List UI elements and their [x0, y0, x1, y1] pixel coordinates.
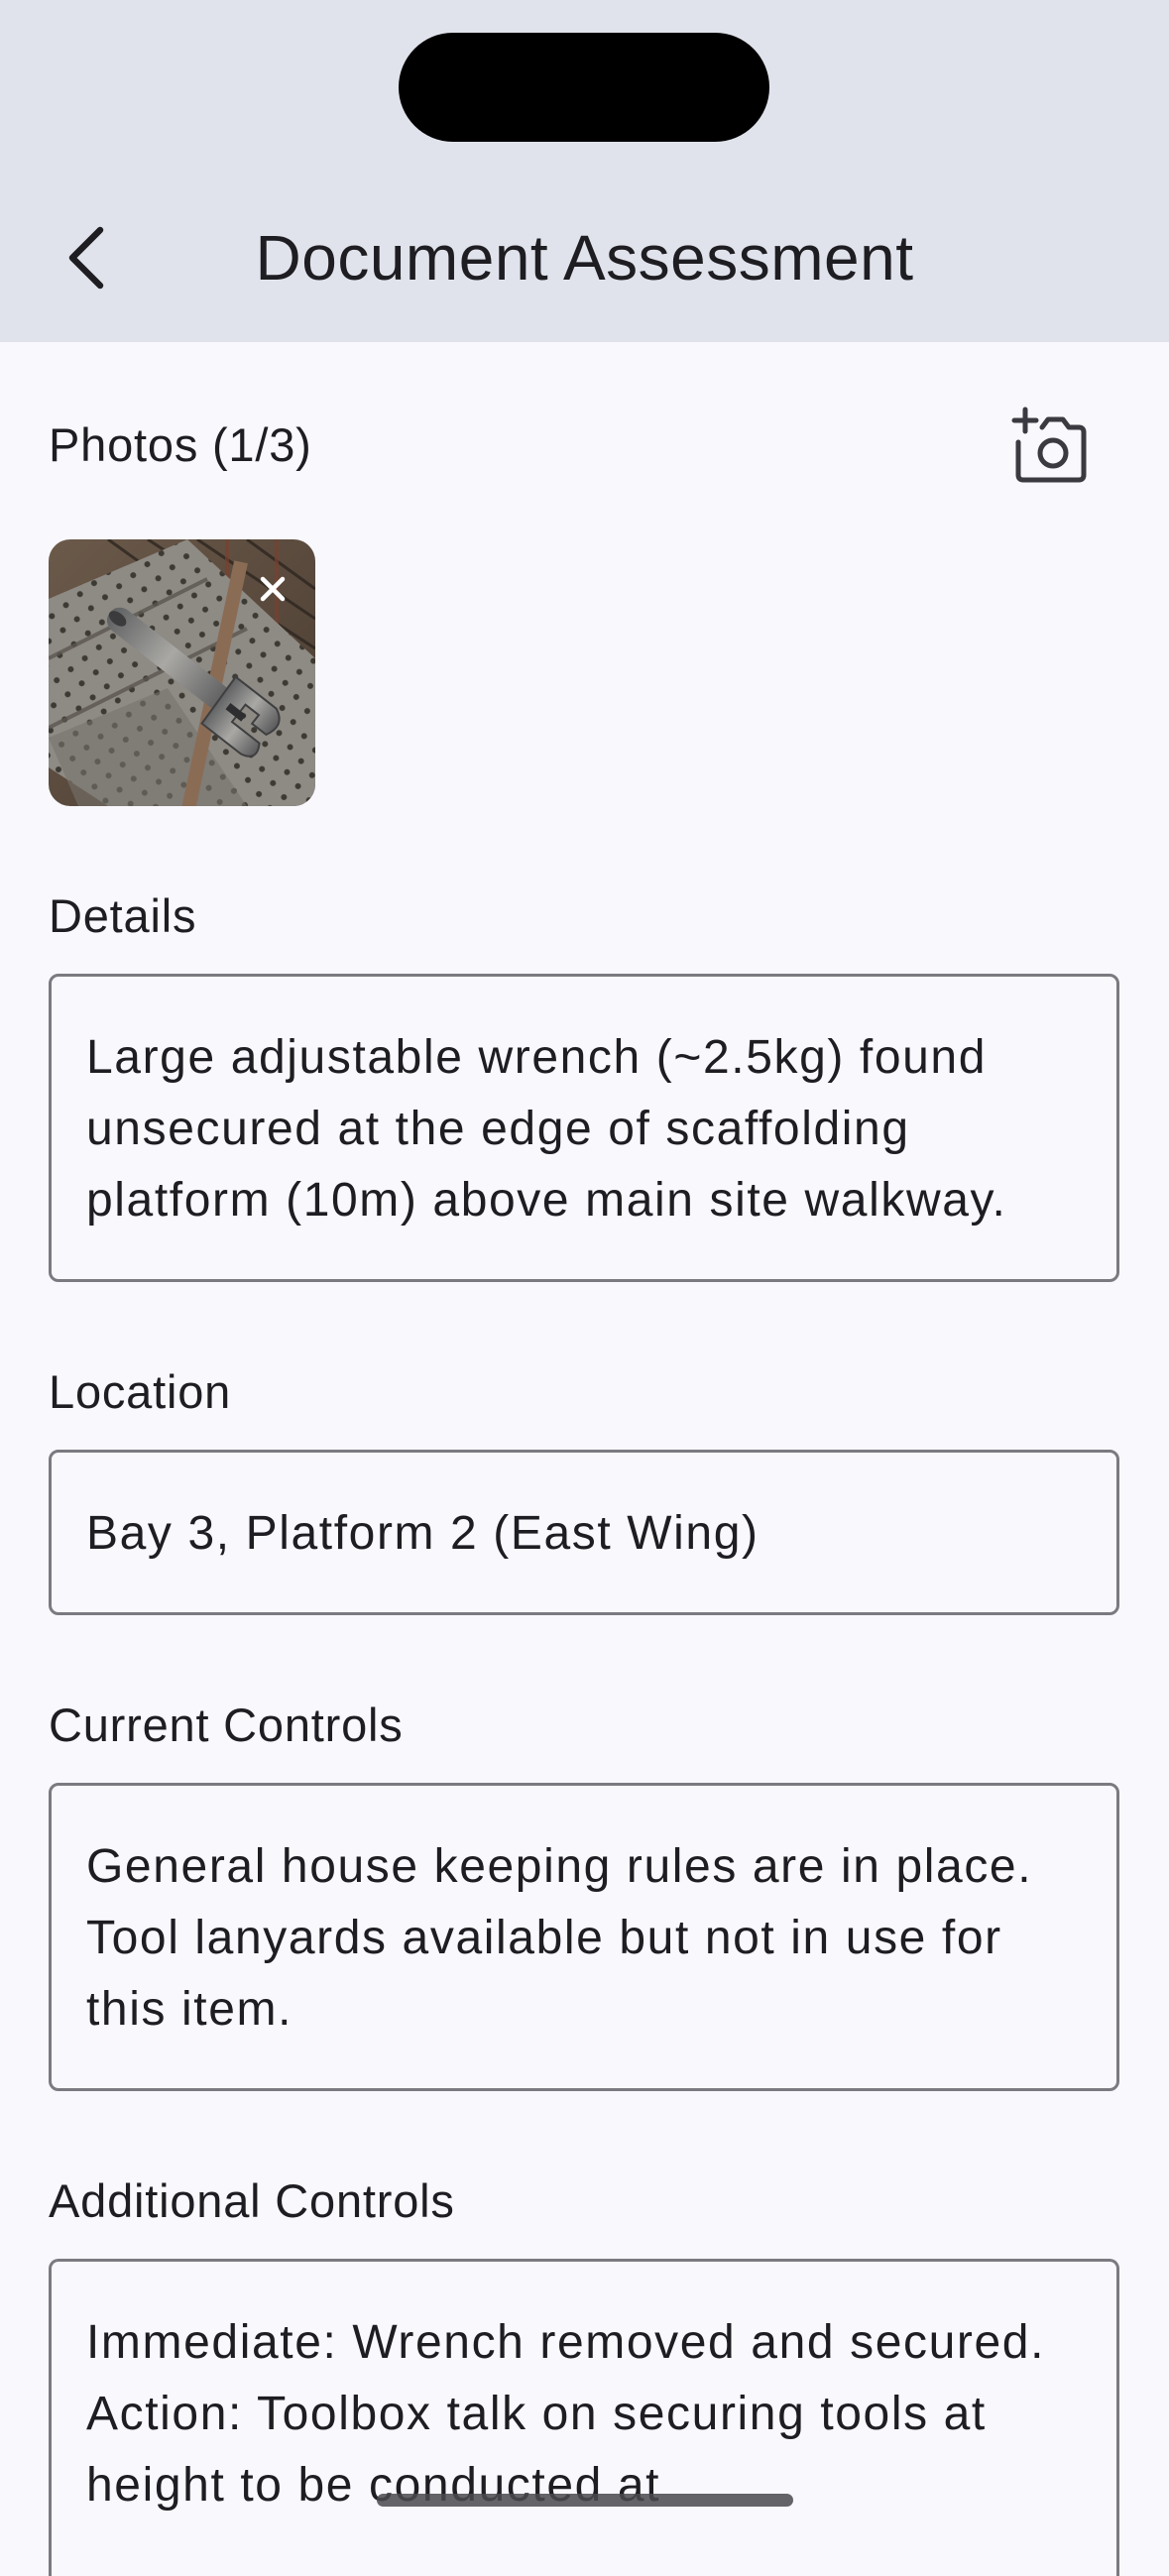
additional-controls-field[interactable]: Immediate: Wrench removed and secured. A…	[49, 2259, 1119, 2576]
details-label: Details	[49, 889, 197, 942]
location-label: Location	[49, 1365, 232, 1418]
current-controls-field[interactable]: General house keeping rules are in place…	[49, 1783, 1119, 2091]
dynamic-island	[399, 33, 769, 142]
location-field[interactable]: Bay 3, Platform 2 (East Wing)	[49, 1450, 1119, 1615]
remove-photo-button[interactable]	[245, 561, 300, 617]
close-icon	[260, 576, 286, 602]
top-bar: Document Assessment	[0, 0, 1169, 342]
add-photo-button[interactable]	[1009, 406, 1089, 485]
page-title: Document Assessment	[255, 222, 914, 293]
details-field[interactable]: Large adjustable wrench (~2.5kg) found u…	[49, 974, 1119, 1282]
camera-plus-icon	[1011, 407, 1087, 483]
home-indicator[interactable]	[377, 2494, 793, 2507]
additional-controls-label: Additional Controls	[49, 2174, 455, 2227]
current-controls-label: Current Controls	[49, 1698, 404, 1751]
photos-label: Photos (1/3)	[49, 418, 312, 471]
